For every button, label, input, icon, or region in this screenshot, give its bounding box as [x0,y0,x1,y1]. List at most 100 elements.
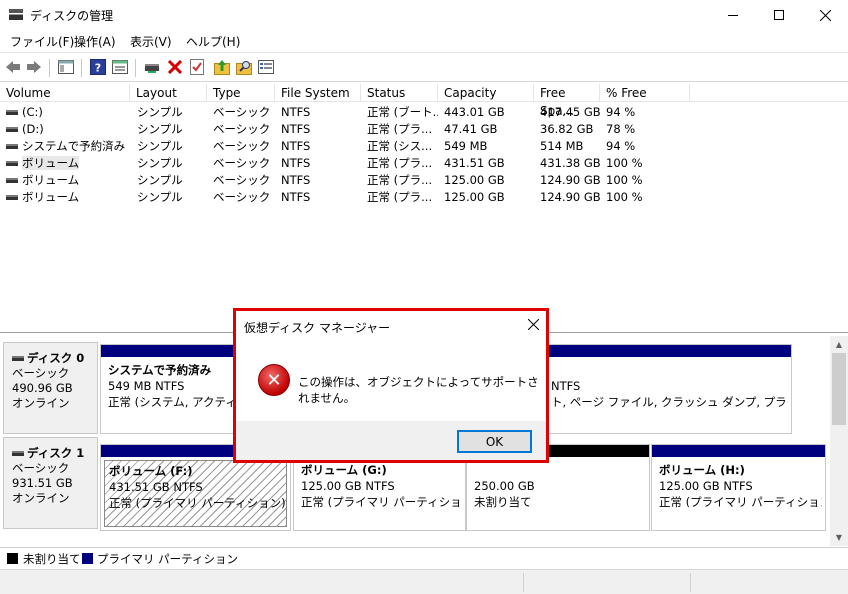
disk-0-label[interactable]: ディスク 0 ベーシック 490.96 GB オンライン [3,342,98,434]
connect-drive-button[interactable] [143,58,161,76]
volume-row[interactable]: システムで予約済み シンプル ベーシック NTFS 正常 (シス... 549 … [0,138,848,155]
dialog-message: この操作は、オブジェクトによってサポートされません。 [298,375,539,405]
drive-icon [6,195,18,200]
menu-file[interactable]: ファイル(F) [10,33,74,50]
drive-icon [6,127,18,132]
partition-size: 125.00 GB NTFS [659,479,753,493]
menu-view[interactable]: 表示(V) [130,33,172,50]
back-arrow-icon [6,61,20,73]
column-header-layout[interactable]: Layout [130,84,207,102]
volume-name: システムで予約済み [22,139,126,153]
properties-icon [112,60,128,74]
volume-row[interactable]: ボリューム シンプル ベーシック NTFS 正常 (プラ... 431.51 G… [0,155,848,172]
dialog-close-button[interactable] [522,313,544,335]
close-button[interactable] [802,0,848,30]
error-dialog: 仮想ディスク マネージャー ✕ この操作は、オブジェクトによってサポートされませ… [233,308,549,463]
drive-icon [6,110,18,115]
column-header-capacity[interactable]: Capacity [438,84,534,102]
drive-icon [6,161,18,166]
partition-size: 431.51 GB NTFS [109,480,203,494]
volume-row[interactable]: (C:) シンプル ベーシック NTFS 正常 (ブート... 443.01 G… [0,104,848,121]
minimize-icon [728,14,738,16]
volume-type: ベーシック [213,122,271,136]
scroll-down-arrow-icon[interactable]: ▼ [830,529,848,546]
back-button[interactable] [4,58,22,76]
ok-button[interactable]: OK [457,430,532,453]
column-header-type[interactable]: Type [207,84,275,102]
disk-state: オンライン [12,396,70,410]
help-button[interactable]: ? [89,58,107,76]
disk-state: オンライン [12,491,70,505]
column-header-volume[interactable]: Volume [0,84,130,102]
partition-h-drive[interactable]: ボリューム (H:) 125.00 GB NTFS 正常 (プライマリ パーティ… [651,444,826,531]
minimize-button[interactable] [710,0,756,30]
properties-button[interactable] [111,58,129,76]
volume-layout: シンプル [137,105,183,119]
volume-percent-free: 100 % [606,190,643,204]
console-tree-button[interactable] [57,58,75,76]
window-title: ディスクの管理 [30,9,114,23]
volume-free-space: 417.45 GB [540,105,600,119]
menu-bar: ファイル(F) 操作(A) 表示(V) ヘルプ(H) [0,30,848,52]
disk-management-window: ディスクの管理 ファイル(F) 操作(A) 表示(V) ヘルプ(H) ? Vol… [0,0,848,594]
partition-size: 125.00 GB NTFS [301,479,395,493]
volume-capacity: 47.41 GB [444,122,498,136]
delete-button[interactable] [166,58,184,76]
disk-icon [12,356,24,361]
volume-type: ベーシック [213,139,271,153]
close-icon [819,9,831,21]
volume-free-space: 124.90 GB [540,173,600,187]
search-folder-icon [236,61,252,75]
volume-status: 正常 (プラ... [367,156,433,170]
disk-1-label[interactable]: ディスク 1 ベーシック 931.51 GB オンライン [3,437,98,529]
partition-status: ト, ページ ファイル, クラッシュ ダンプ, プライマリ パーテ [551,395,788,409]
volume-type: ベーシック [213,173,271,187]
check-button[interactable] [188,58,206,76]
close-icon [527,318,539,330]
volume-percent-free: 100 % [606,173,643,187]
search-folder-button[interactable] [235,58,253,76]
volume-row[interactable]: ボリューム シンプル ベーシック NTFS 正常 (プラ... 125.00 G… [0,189,848,206]
partition-size: 250.00 GB [474,479,535,493]
column-header-file-system[interactable]: File System [275,84,361,102]
scroll-thumb[interactable] [832,353,846,425]
volume-layout: シンプル [137,173,183,187]
volume-file-system: NTFS [281,190,311,204]
volume-capacity: 431.51 GB [444,156,505,170]
up-folder-button[interactable] [213,58,231,76]
partition-status: 正常 (プライマリ パーティション) [301,495,462,509]
menu-help[interactable]: ヘルプ(H) [186,33,240,50]
list-view-button[interactable] [257,58,275,76]
forward-button[interactable] [25,58,43,76]
volume-capacity: 443.01 GB [444,105,505,119]
maximize-button[interactable] [756,0,802,30]
scroll-up-arrow-icon[interactable]: ▲ [830,336,848,353]
disk-icon [12,451,24,456]
volume-capacity: 549 MB [444,139,488,153]
column-header-percent-free[interactable]: % Free [600,84,690,102]
column-header-free-space[interactable]: Free Spa... [534,84,600,118]
console-tree-icon [58,60,74,74]
partition-title [474,462,642,478]
check-icon [190,59,204,75]
volume-percent-free: 100 % [606,156,643,170]
volume-status: 正常 (プラ... [367,122,433,136]
volume-row[interactable]: ボリューム シンプル ベーシック NTFS 正常 (プラ... 125.00 G… [0,172,848,189]
disk-name: ディスク 0 [27,351,85,365]
legend-swatch-unallocated [7,553,18,564]
graphical-view-scrollbar[interactable]: ▲ ▼ [830,336,848,546]
volume-file-system: NTFS [281,122,311,136]
toolbar: ? [0,52,848,82]
volume-name: (D:) [22,122,44,136]
partition-size: NTFS [551,379,581,393]
legend-label-primary: プライマリ パーティション [97,552,238,566]
volume-layout: シンプル [137,122,183,136]
volume-layout: シンプル [137,190,183,204]
drive-icon [6,144,18,149]
volume-row[interactable]: (D:) シンプル ベーシック NTFS 正常 (プラ... 47.41 GB … [0,121,848,138]
column-header-status[interactable]: Status [361,84,438,102]
menu-action[interactable]: 操作(A) [74,33,116,50]
volume-file-system: NTFS [281,105,311,119]
svg-text:?: ? [95,62,101,75]
volume-percent-free: 94 % [606,139,636,153]
